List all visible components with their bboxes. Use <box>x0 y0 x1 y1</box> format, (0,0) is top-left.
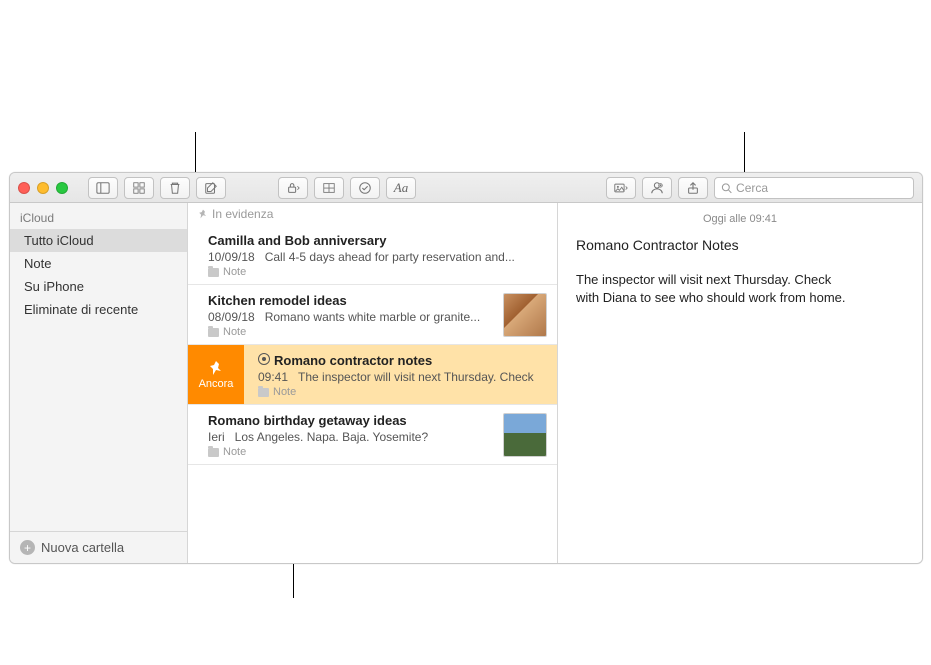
notes-list: In evidenza Camilla and Bob anniversary … <box>188 203 558 563</box>
search-icon <box>721 182 732 194</box>
pin-icon <box>208 360 224 376</box>
lock-button[interactable] <box>278 177 308 199</box>
shared-icon <box>258 353 270 365</box>
toolbar: Aa <box>88 177 914 199</box>
delete-button[interactable] <box>160 177 190 199</box>
note-row[interactable]: Camilla and Bob anniversary 10/09/18Call… <box>188 225 557 285</box>
collaborate-button[interactable] <box>642 177 672 199</box>
note-title: Romano contractor notes <box>258 353 545 368</box>
checklist-button[interactable] <box>350 177 380 199</box>
note-subtitle: 10/09/18Call 4-5 days ahead for party re… <box>208 250 545 264</box>
note-title: Romano birthday getaway ideas <box>208 413 545 428</box>
note-folder: Note <box>258 386 545 398</box>
media-button[interactable] <box>606 177 636 199</box>
window-controls <box>18 182 68 194</box>
sidebar-item-recently-deleted[interactable]: Eliminate di recente <box>10 298 187 321</box>
folder-icon <box>208 448 219 457</box>
search-field[interactable] <box>714 177 914 199</box>
note-folder: Note <box>208 266 545 278</box>
table-button[interactable] <box>314 177 344 199</box>
list-pinned-header: In evidenza <box>188 203 557 225</box>
note-folder: Note <box>208 326 545 338</box>
folder-icon <box>208 268 219 277</box>
minimize-window[interactable] <box>37 182 49 194</box>
notes-window: Aa iCloud Tutto iCloud Note Su iPhone El… <box>9 172 923 564</box>
sidebar-item-on-iphone[interactable]: Su iPhone <box>10 275 187 298</box>
note-thumbnail <box>503 293 547 337</box>
editor-title: Romano Contractor Notes <box>576 237 904 253</box>
note-editor[interactable]: Oggi alle 09:41 Romano Contractor Notes … <box>558 203 922 563</box>
note-subtitle: 09:41The inspector will visit next Thurs… <box>258 370 545 384</box>
titlebar: Aa <box>10 173 922 203</box>
format-button[interactable]: Aa <box>386 177 416 199</box>
sidebar-toggle-button[interactable] <box>88 177 118 199</box>
pin-icon <box>198 209 208 219</box>
note-row[interactable]: Kitchen remodel ideas 08/09/18Romano wan… <box>188 285 557 345</box>
pin-swipe-action[interactable]: Ancora <box>188 345 244 404</box>
compose-button[interactable] <box>196 177 226 199</box>
grid-view-button[interactable] <box>124 177 154 199</box>
pin-label: Ancora <box>199 378 234 390</box>
folder-icon <box>208 328 219 337</box>
editor-timestamp: Oggi alle 09:41 <box>576 213 904 225</box>
note-row-selected[interactable]: Ancora Romano contractor notes 09:41The … <box>188 345 557 405</box>
note-row[interactable]: Romano birthday getaway ideas IeriLos An… <box>188 405 557 465</box>
share-button[interactable] <box>678 177 708 199</box>
sidebar-item-notes[interactable]: Note <box>10 252 187 275</box>
note-title: Camilla and Bob anniversary <box>208 233 545 248</box>
note-title: Kitchen remodel ideas <box>208 293 545 308</box>
note-folder: Note <box>208 446 545 458</box>
folder-icon <box>258 388 269 397</box>
close-window[interactable] <box>18 182 30 194</box>
new-folder-label: Nuova cartella <box>41 540 124 555</box>
maximize-window[interactable] <box>56 182 68 194</box>
search-input[interactable] <box>736 181 907 195</box>
sidebar-item-all-icloud[interactable]: Tutto iCloud <box>10 229 187 252</box>
note-subtitle: 08/09/18Romano wants white marble or gra… <box>208 310 545 324</box>
new-folder-button[interactable]: + Nuova cartella <box>10 531 187 563</box>
note-subtitle: IeriLos Angeles. Napa. Baja. Yosemite? <box>208 430 545 444</box>
sidebar-section-header: iCloud <box>10 203 187 229</box>
editor-body: The inspector will visit next Thursday. … <box>576 271 856 307</box>
note-thumbnail <box>503 413 547 457</box>
plus-icon: + <box>20 540 35 555</box>
sidebar: iCloud Tutto iCloud Note Su iPhone Elimi… <box>10 203 188 563</box>
